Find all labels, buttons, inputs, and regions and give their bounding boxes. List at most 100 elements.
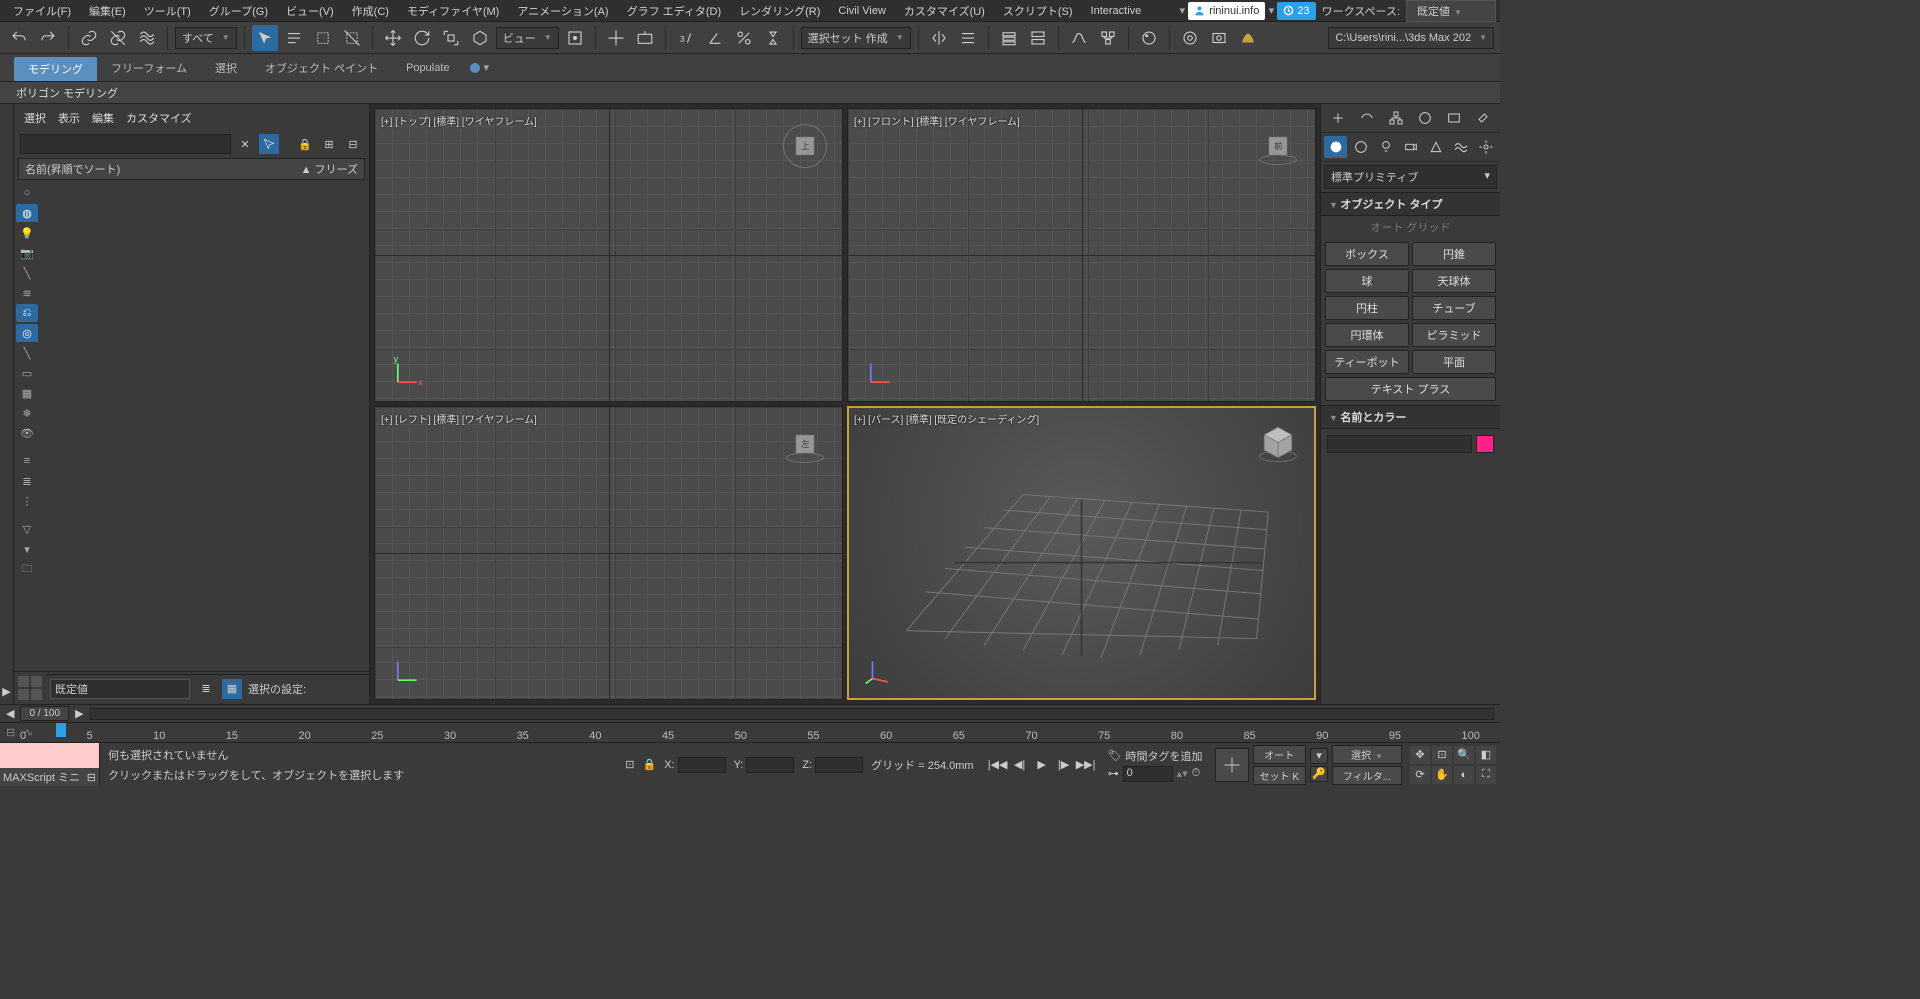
notification-badge[interactable]: 23 [1277, 2, 1315, 20]
time-config-icon[interactable]: ⏱ [1192, 767, 1201, 780]
workspace-selector[interactable]: 既定値 [1406, 0, 1496, 22]
timetag-label[interactable]: 時間タグを追加 [1126, 748, 1203, 764]
viewport-persp-label[interactable]: [+] [パース] [標準] [既定のシェーディング] [854, 411, 1039, 426]
scene-footer-input[interactable] [50, 679, 190, 699]
ribbon-tab-populate[interactable]: Populate [392, 58, 463, 78]
filter-folder-icon[interactable]: 🗀 [16, 560, 38, 578]
angle-snap-button[interactable] [702, 25, 728, 51]
viewcube-front-icon[interactable]: 前 [1255, 123, 1301, 169]
menu-animation[interactable]: アニメーション(A) [508, 0, 617, 22]
lock-icon[interactable]: 🔒 [643, 758, 657, 771]
prim-pyramid-button[interactable]: ピラミッド [1412, 323, 1496, 347]
frame-spinner[interactable]: 0 [1123, 766, 1173, 782]
key-filter-button[interactable]: フィルタ... [1332, 766, 1402, 785]
menu-view[interactable]: ビュー(V) [277, 0, 343, 22]
schematic-view-button[interactable] [1095, 25, 1121, 51]
filter-geometry-icon[interactable]: ○ [16, 184, 38, 202]
rect-region-button[interactable] [310, 25, 336, 51]
nav-pan-icon[interactable]: ✥ [1410, 746, 1430, 764]
scale-button[interactable] [438, 25, 464, 51]
render-button[interactable] [1235, 25, 1261, 51]
filter-hidden-icon[interactable]: 👁 [16, 424, 38, 442]
nav-orbit-icon[interactable]: ⟳ [1410, 766, 1430, 784]
ribbon-expand-icon[interactable]: ▾ [484, 61, 490, 74]
menu-file[interactable]: ファイル(F) [4, 0, 80, 22]
nav-maximize-icon[interactable]: ⛶ [1476, 766, 1496, 784]
prim-tube-button[interactable]: チューブ [1412, 296, 1496, 320]
autogrid-checkbox[interactable]: オート グリッド [1321, 216, 1500, 238]
select-by-name-button[interactable] [281, 25, 307, 51]
viewcube-left-icon[interactable]: 左 [782, 421, 828, 467]
layer-explorer-button[interactable] [996, 25, 1022, 51]
object-name-input[interactable] [1327, 435, 1472, 453]
ribbon-color-icon[interactable] [470, 63, 480, 73]
filter-helper-icon[interactable]: ╲ [16, 264, 38, 282]
menu-create[interactable]: 作成(C) [343, 0, 398, 22]
next-frame-button[interactable]: |▶ [1054, 755, 1074, 775]
filter-snow-icon[interactable]: ❄ [16, 404, 38, 422]
scene-hdr-select[interactable]: 選択 [24, 110, 46, 126]
render-frame-button[interactable] [1206, 25, 1232, 51]
prim-textplus-button[interactable]: テキスト プラス [1325, 377, 1496, 401]
viewport-layout-icon[interactable] [16, 674, 44, 702]
prim-torus-button[interactable]: 円環体 [1325, 323, 1409, 347]
undo-button[interactable] [6, 25, 32, 51]
prim-plane-button[interactable]: 平面 [1412, 350, 1496, 374]
snap-toggle-button[interactable]: 3 [673, 25, 699, 51]
menu-tools[interactable]: ツール(T) [135, 0, 200, 22]
filter-list3-icon[interactable]: ⋮ [16, 492, 38, 510]
pivot-center-button[interactable] [562, 25, 588, 51]
cat-camera-icon[interactable] [1399, 136, 1422, 158]
spinner-snap-button[interactable] [760, 25, 786, 51]
filter-group-icon[interactable]: ▦ [16, 384, 38, 402]
nav-zoom-extents-icon[interactable]: ⊡ [1432, 746, 1452, 764]
filter-list2-icon[interactable]: ≣ [16, 472, 38, 490]
scene-hdr-display[interactable]: 表示 [58, 110, 80, 126]
menu-edit[interactable]: 編集(E) [80, 0, 135, 22]
maxscript-listener[interactable]: MAXScript ミニ⊟ [0, 743, 100, 786]
nav-walk-icon[interactable]: ◐ [1454, 766, 1474, 784]
time-marker[interactable] [56, 723, 66, 737]
prim-box-button[interactable]: ボックス [1325, 242, 1409, 266]
rollout-name-color[interactable]: 名前とカラー [1321, 405, 1500, 429]
toggle-ribbon-button[interactable] [1025, 25, 1051, 51]
filter-container-icon[interactable]: ◎ [16, 324, 38, 342]
menu-interactive[interactable]: Interactive [1082, 2, 1151, 20]
scene-view2-icon[interactable]: ⊟ [343, 134, 363, 154]
key-selection-dropdown[interactable]: 選択 [1332, 745, 1402, 764]
ribbon-sub-polymodel[interactable]: ポリゴン モデリング [8, 83, 126, 103]
filter-spacewarp-icon[interactable]: ≋ [16, 284, 38, 302]
primitive-type-dropdown[interactable]: 標準プリミティブ▾ [1324, 165, 1497, 189]
named-selection-set[interactable]: 選択セット 作成 [801, 27, 911, 49]
scene-hdr-edit[interactable]: 編集 [92, 110, 114, 126]
unlink-button[interactable] [105, 25, 131, 51]
scene-clear-icon[interactable]: ✕ [235, 134, 255, 154]
ribbon-tab-modeling[interactable]: モデリング [14, 57, 97, 81]
scene-filter-icon[interactable] [259, 134, 279, 154]
menu-rendering[interactable]: レンダリング(R) [730, 0, 829, 22]
material-editor-button[interactable] [1136, 25, 1162, 51]
placement-button[interactable] [467, 25, 493, 51]
cat-system-icon[interactable] [1474, 136, 1497, 158]
menu-customize[interactable]: カスタマイズ(U) [895, 0, 994, 22]
scene-footer-set-icon[interactable]: ▦ [222, 679, 242, 699]
setkey-button[interactable]: セット K [1253, 766, 1306, 785]
align-button[interactable] [955, 25, 981, 51]
login-dropdown-icon[interactable]: ▾ [1265, 4, 1277, 17]
filter-camera-icon[interactable]: 📷 [16, 244, 38, 262]
cat-spacewarp-icon[interactable] [1449, 136, 1472, 158]
scene-footer-layers-icon[interactable]: ≣ [196, 679, 216, 699]
isolate-icon[interactable]: ⊡ [625, 758, 634, 771]
goto-end-button[interactable]: ▶▶| [1076, 755, 1096, 775]
cmd-tab-modify[interactable] [1353, 107, 1380, 129]
nav-zoom-icon[interactable]: 🔍 [1454, 746, 1474, 764]
curve-editor-button[interactable] [1066, 25, 1092, 51]
percent-snap-button[interactable] [731, 25, 757, 51]
timetag-icon[interactable]: 🏷 [1108, 749, 1122, 762]
prim-teapot-button[interactable]: ティーポット [1325, 350, 1409, 374]
ref-coord-system[interactable]: ビュー [496, 27, 559, 49]
cmd-tab-utilities[interactable] [1470, 107, 1497, 129]
prev-frame-button[interactable]: ◀| [1010, 755, 1030, 775]
scene-lock-icon[interactable]: 🔒 [295, 134, 315, 154]
cat-shape-icon[interactable] [1349, 136, 1372, 158]
